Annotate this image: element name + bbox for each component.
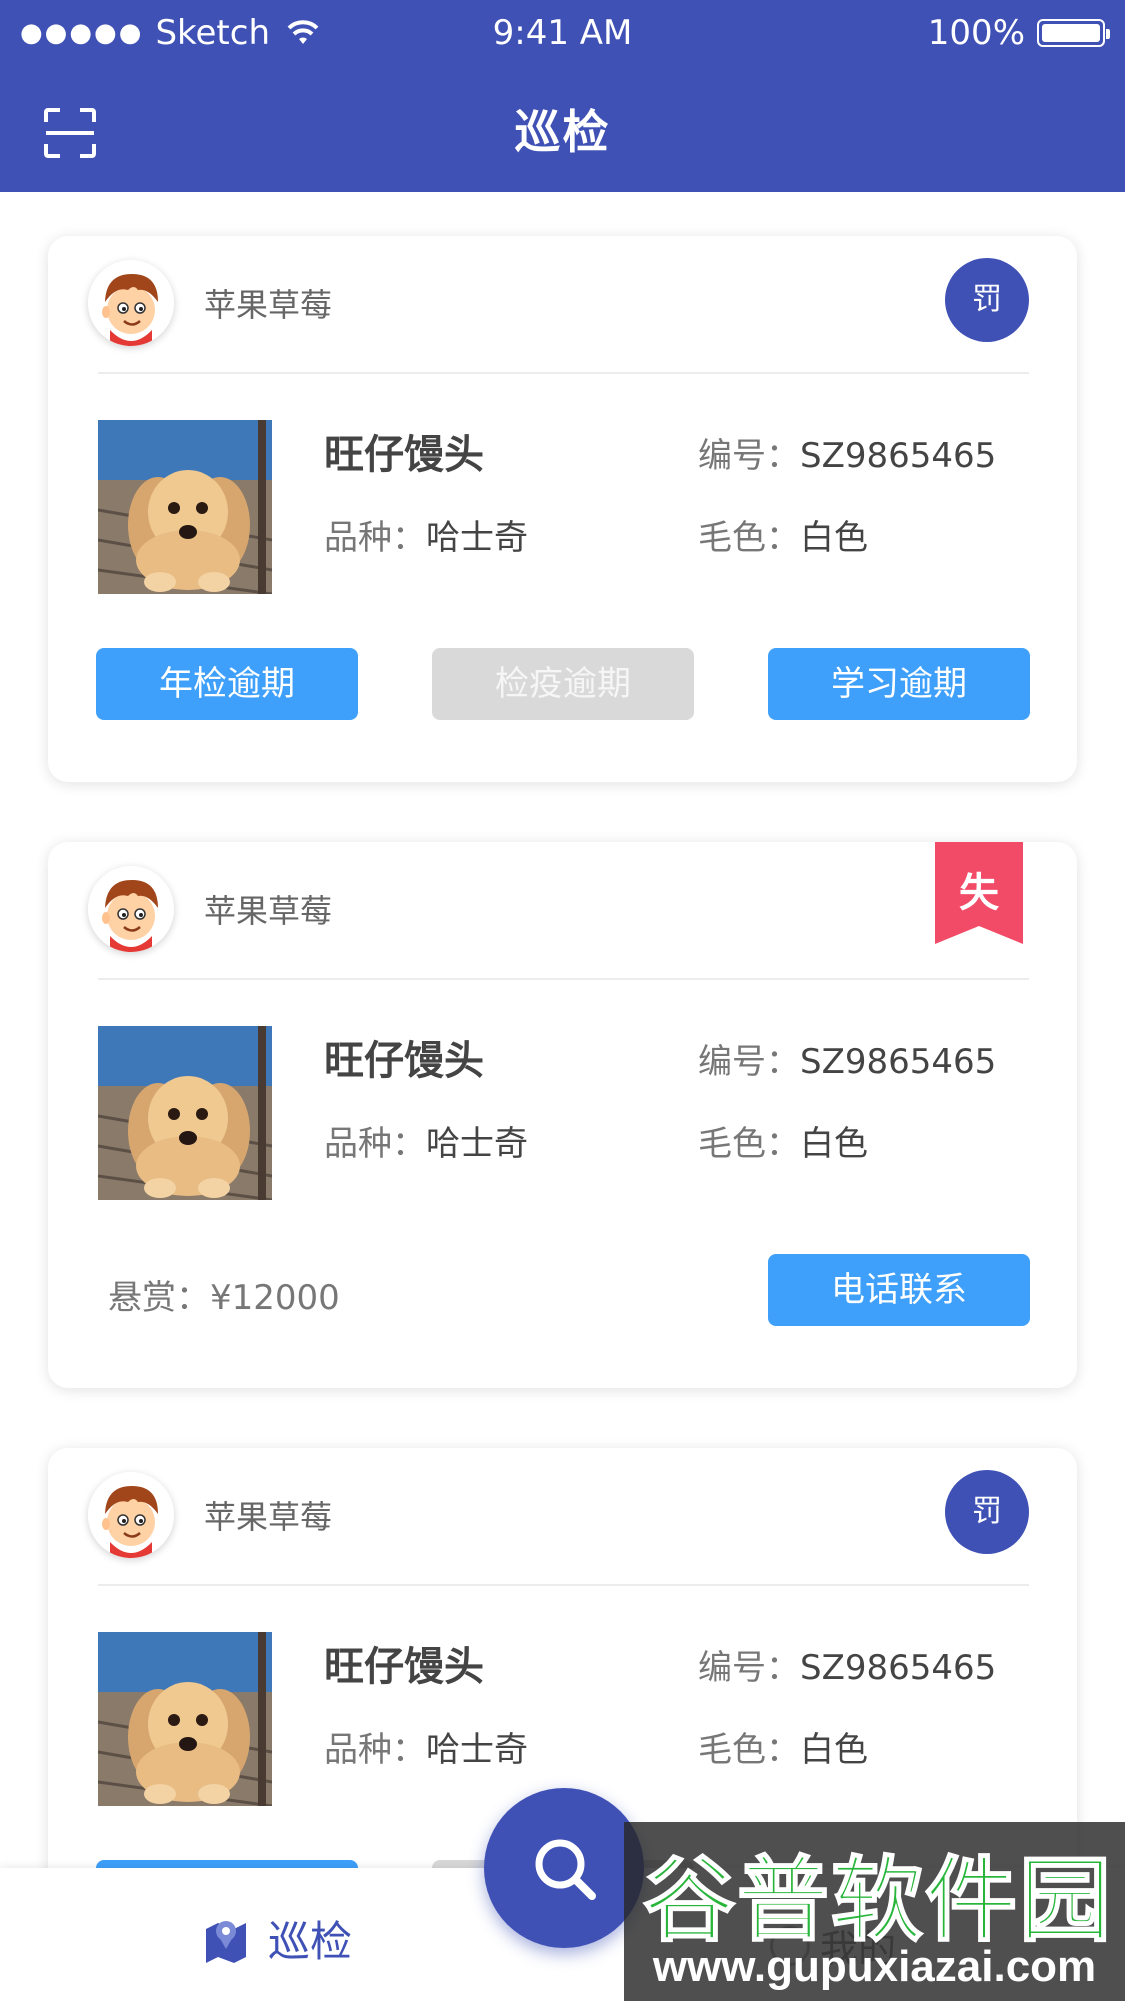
divider [98, 372, 1029, 374]
status-right: 100% [927, 0, 1110, 66]
watermark-title: 谷普软件园 [642, 1846, 1113, 1955]
id-value: SZ9865465 [800, 1648, 997, 1688]
watermark: 谷普软件园 www.gupuxiazai.com [624, 1822, 1125, 2001]
divider [98, 1584, 1029, 1586]
color-field: 毛色：白色 [698, 510, 868, 559]
pet-name: 旺仔馒头 [324, 1644, 484, 1690]
id-label: 编号： [698, 1648, 800, 1688]
breed-value: 哈士奇 [426, 1124, 528, 1164]
pet-card[interactable]: 苹果草莓 失 旺仔馒头 品种：哈士奇 编号：SZ9865465 毛色：白色 悬赏… [48, 842, 1077, 1388]
annual-check-overdue-button[interactable]: 年检逾期 [96, 648, 358, 720]
owner-name: 苹果草莓 [204, 893, 333, 929]
breed-field: 品种：哈士奇 [324, 1722, 528, 1771]
id-field: 编号：SZ9865465 [698, 1640, 996, 1689]
owner-avatar [88, 1472, 174, 1558]
color-label: 毛色： [698, 1124, 800, 1164]
id-value: SZ9865465 [800, 1042, 997, 1082]
id-field: 编号：SZ9865465 [698, 428, 996, 477]
pet-photo [98, 1632, 272, 1806]
map-pin-icon [206, 1920, 246, 1963]
status-bar: ●●●●● Sketch 9:41 AM 100% [0, 0, 1125, 66]
color-label: 毛色： [698, 1730, 800, 1770]
color-value: 白色 [800, 1730, 868, 1770]
tab-patrol[interactable]: 巡检 [204, 1908, 352, 1969]
fine-badge[interactable]: 罚 [945, 258, 1029, 342]
breed-field: 品种：哈士奇 [324, 1116, 528, 1165]
id-label: 编号： [698, 1042, 800, 1082]
lost-badge-label: 失 [959, 870, 999, 916]
pet-photo [98, 420, 272, 594]
battery-percent: 100% [927, 13, 1025, 53]
id-field: 编号：SZ9865465 [698, 1034, 996, 1083]
fine-badge[interactable]: 罚 [945, 1470, 1029, 1554]
reward-field: 悬赏：¥12000 [108, 1270, 340, 1319]
breed-label: 品种： [324, 1730, 426, 1770]
study-overdue-button[interactable]: 学习逾期 [768, 648, 1030, 720]
color-field: 毛色：白色 [698, 1116, 868, 1165]
quarantine-overdue-button[interactable]: 检疫逾期 [432, 648, 694, 720]
pet-name: 旺仔馒头 [324, 1038, 484, 1084]
lost-badge[interactable]: 失 [935, 842, 1023, 944]
search-icon [535, 1839, 596, 1900]
color-value: 白色 [800, 518, 868, 558]
pet-card[interactable]: 苹果草莓 罚 旺仔馒头 品种：哈士奇 编号：SZ9865465 毛色：白色 年检… [48, 236, 1077, 782]
color-label: 毛色： [698, 518, 800, 558]
breed-label: 品种： [324, 518, 426, 558]
tab-patrol-label: 巡检 [268, 1917, 353, 1966]
pet-name: 旺仔馒头 [324, 432, 484, 478]
color-value: 白色 [800, 1124, 868, 1164]
call-contact-button[interactable]: 电话联系 [768, 1254, 1030, 1326]
reward-value: ¥12000 [210, 1278, 340, 1318]
app-header: ●●●●● Sketch 9:41 AM 100% 巡检 [0, 0, 1125, 192]
owner-name: 苹果草莓 [204, 287, 333, 323]
color-field: 毛色：白色 [698, 1722, 868, 1771]
owner-avatar [88, 866, 174, 952]
owner-avatar [88, 260, 174, 346]
breed-value: 哈士奇 [426, 518, 528, 558]
reward-label: 悬赏： [108, 1278, 210, 1318]
breed-label: 品种： [324, 1124, 426, 1164]
search-fab-button[interactable] [484, 1788, 644, 1948]
page-title: 巡检 [514, 105, 611, 159]
pet-photo [98, 1026, 272, 1200]
battery-icon [1037, 19, 1110, 47]
breed-field: 品种：哈士奇 [324, 510, 528, 559]
watermark-url: www.gupuxiazai.com [652, 1942, 1097, 1991]
divider [98, 978, 1029, 980]
id-value: SZ9865465 [800, 436, 997, 476]
id-label: 编号： [698, 436, 800, 476]
breed-value: 哈士奇 [426, 1730, 528, 1770]
owner-name: 苹果草莓 [204, 1499, 333, 1535]
